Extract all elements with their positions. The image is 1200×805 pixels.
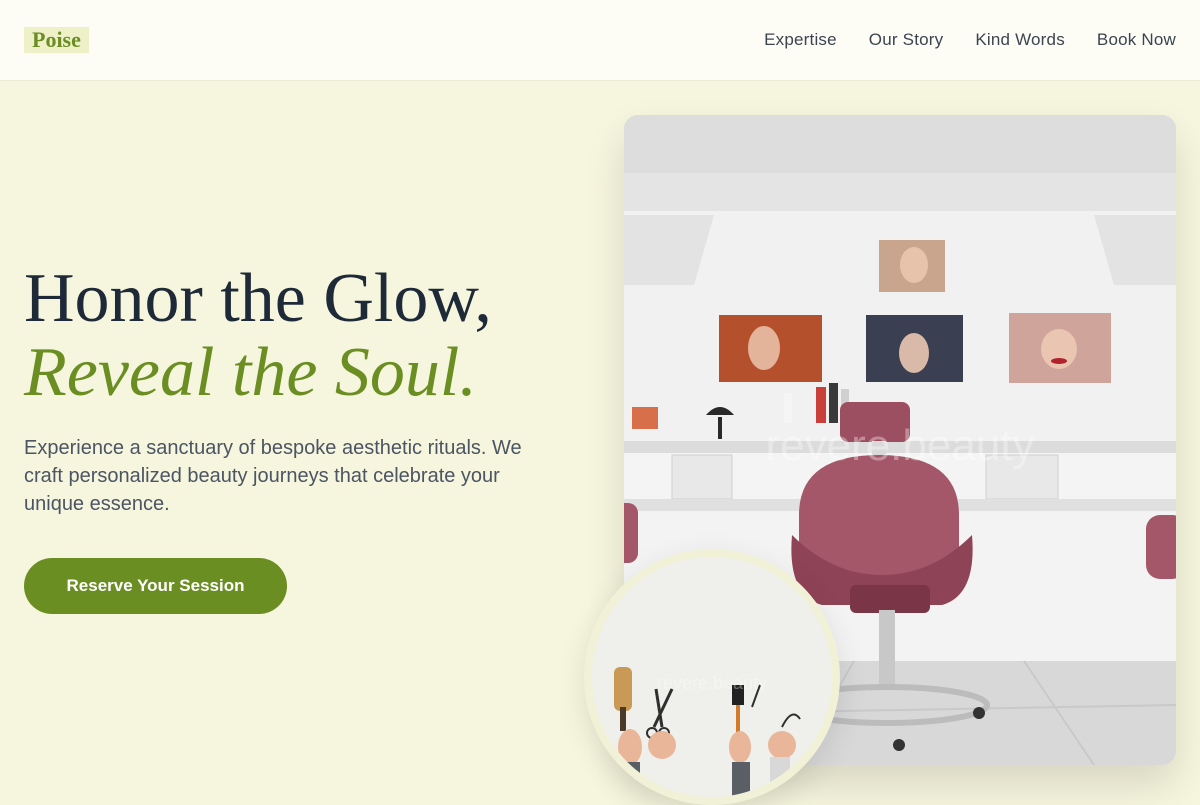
reserve-session-button[interactable]: Reserve Your Session [24,558,287,614]
nav-link-expertise[interactable]: Expertise [764,30,837,50]
logo[interactable]: Poise [24,27,89,53]
beauty-tools-image: revere.beauty [584,549,840,805]
tools-watermark: revere.beauty [657,673,767,693]
nav-link-our-story[interactable]: Our Story [869,30,944,50]
hero-description: Experience a sanctuary of bespoke aesthe… [24,437,522,515]
main-nav: Expertise Our Story Kind Words Book Now [764,0,1176,80]
headline-line-2: Reveal the Soul. [24,334,477,411]
nav-link-book-now[interactable]: Book Now [1097,30,1176,50]
hero-headline: Honor the Glow, Reveal the Soul. [24,262,492,410]
headline-line-1: Honor the Glow, [24,260,492,337]
nav-link-kind-words[interactable]: Kind Words [975,30,1065,50]
salon-watermark: revere.beauty [765,421,1034,470]
site-header: Poise Expertise Our Story Kind Words Boo… [0,0,1200,81]
